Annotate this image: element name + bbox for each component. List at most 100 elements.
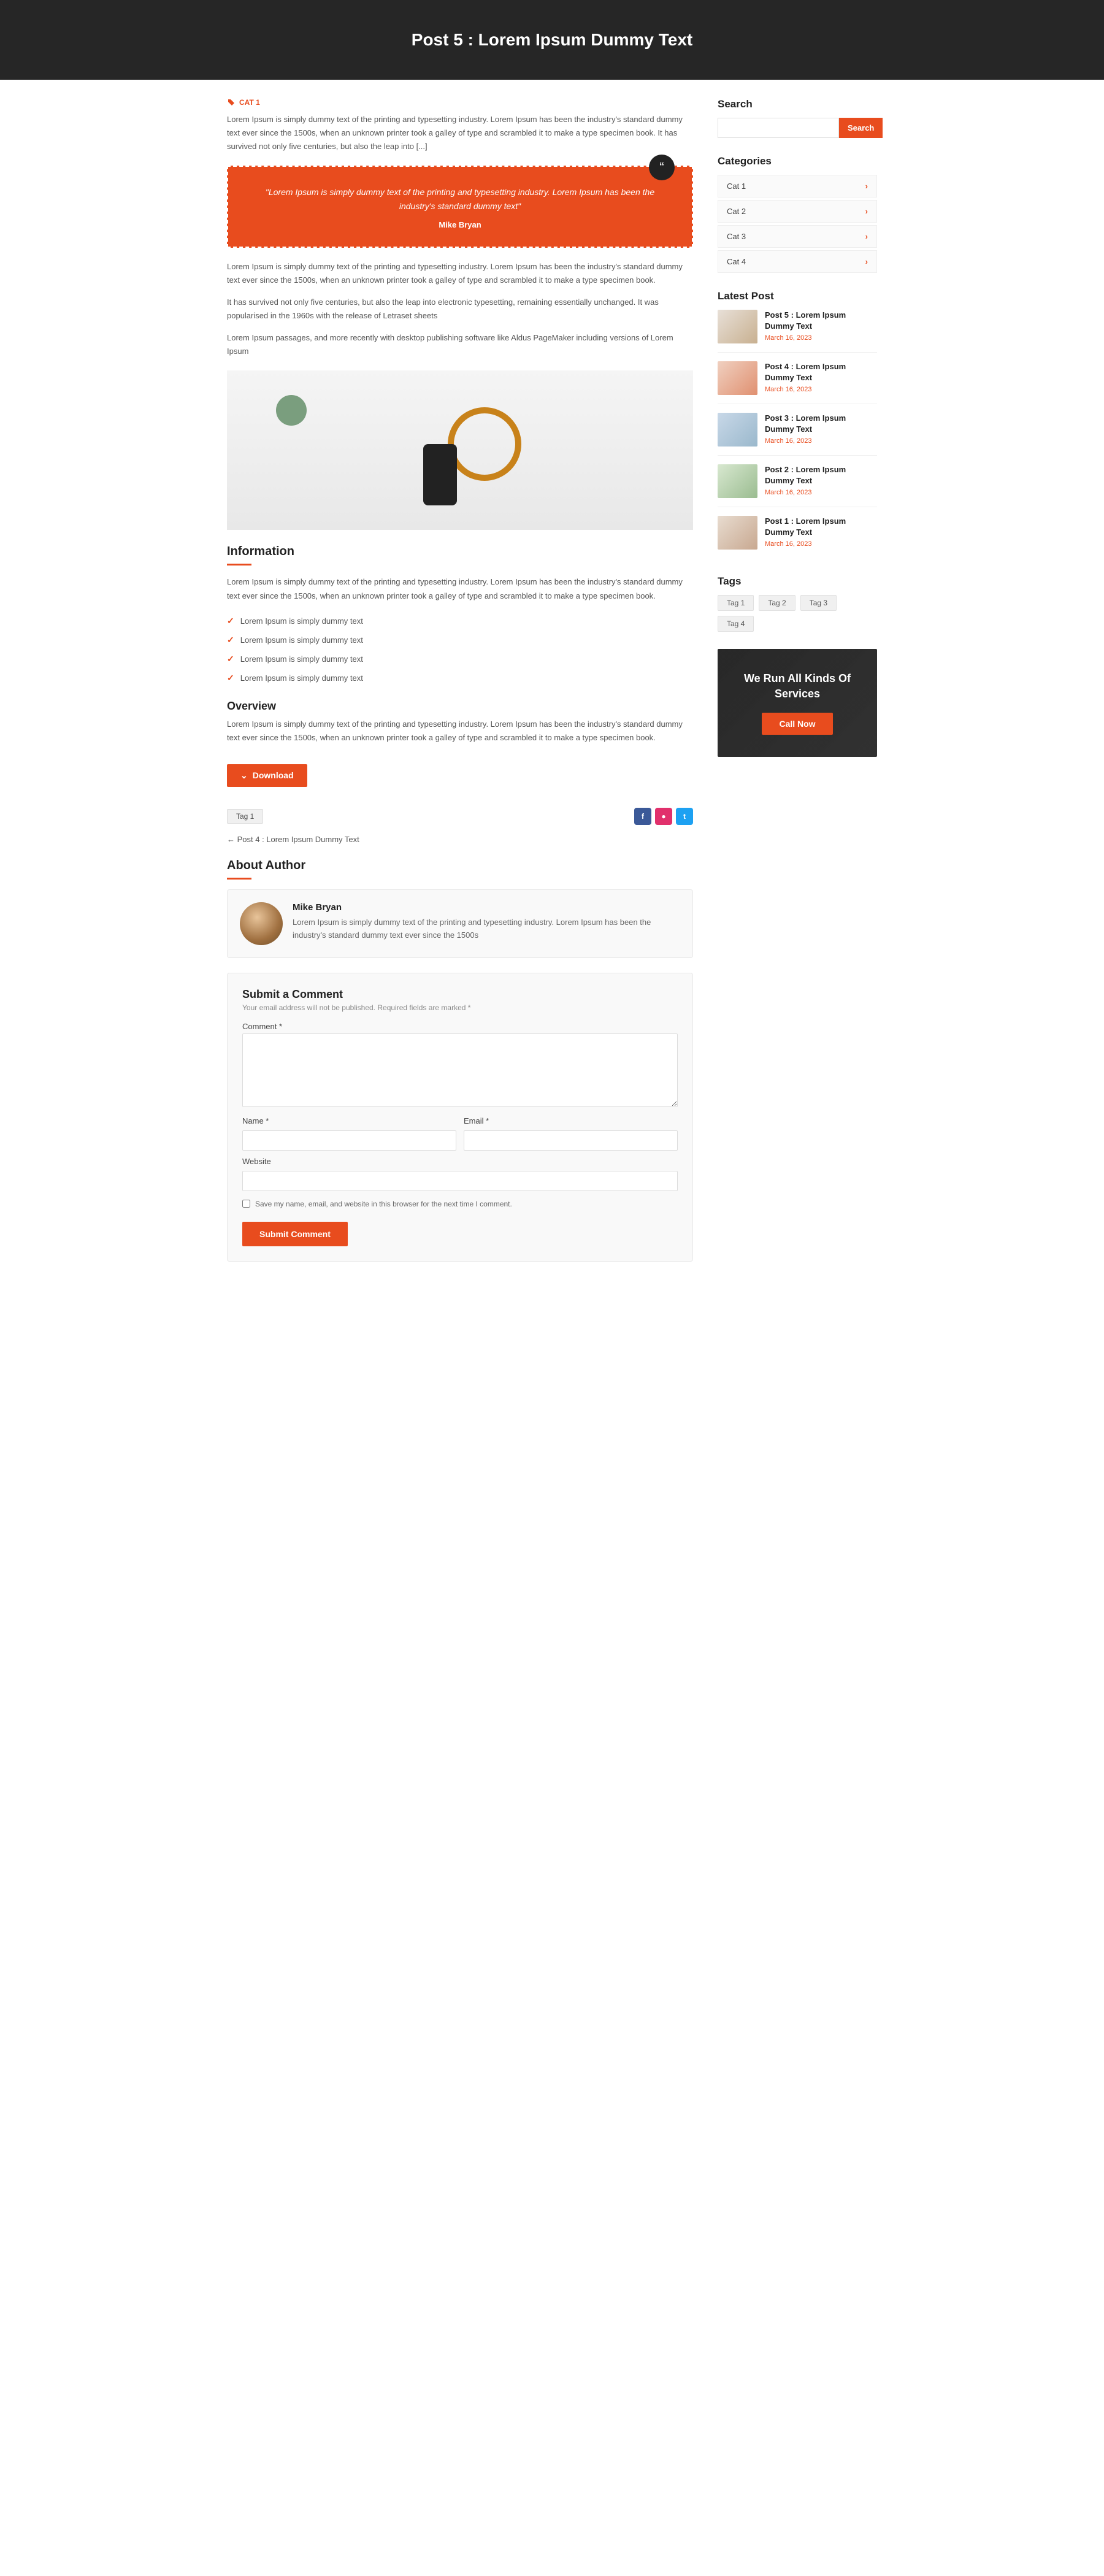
submit-comment-button[interactable]: Submit Comment (242, 1222, 348, 1246)
cat3-arrow: › (865, 232, 868, 241)
search-section: Search Search (718, 98, 877, 138)
author-name: Mike Bryan (293, 902, 680, 913)
overview-body: Lorem Ipsum is simply dummy text of the … (227, 718, 693, 745)
check-icon-4: ✓ (227, 673, 234, 683)
tag-pill-4[interactable]: Tag 4 (718, 616, 754, 632)
twitter-icon[interactable]: t (676, 808, 693, 825)
quote-icon: “ (649, 155, 675, 180)
author-underline (227, 878, 251, 880)
category-item[interactable]: Cat 1› (718, 175, 877, 197)
phone-decoration (423, 444, 457, 505)
save-checkbox-label: Save my name, email, and website in this… (255, 1200, 512, 1208)
tag-pill-2[interactable]: Tag 2 (759, 595, 795, 611)
name-label: Name * (242, 1116, 456, 1125)
checklist-item: ✓Lorem Ipsum is simply dummy text (227, 650, 693, 669)
quote-text: "Lorem Ipsum is simply dummy text of the… (247, 185, 673, 213)
author-avatar (240, 902, 283, 945)
categories-heading: Categories (718, 155, 877, 167)
latest-post-title-4[interactable]: Post 2 : Lorem Ipsum Dummy Text (765, 464, 877, 486)
about-author-heading: About Author (227, 859, 693, 873)
cta-card: We Run All Kinds Of Services Call Now (718, 649, 877, 757)
name-group: Name * (242, 1116, 456, 1151)
latest-post-date-5: March 16, 2023 (765, 540, 877, 548)
tag-pill-3[interactable]: Tag 3 (800, 595, 837, 611)
hero-section: Post 5 : Lorem Ipsum Dummy Text (0, 0, 1104, 80)
facebook-icon[interactable]: f (634, 808, 651, 825)
article-body-2: It has survived not only five centuries,… (227, 296, 693, 323)
latest-post-title-3[interactable]: Post 3 : Lorem Ipsum Dummy Text (765, 413, 877, 435)
blockquote-section: “ "Lorem Ipsum is simply dummy text of t… (227, 166, 693, 248)
email-label: Email * (464, 1116, 678, 1125)
category-item[interactable]: Cat 2› (718, 200, 877, 223)
comment-textarea[interactable] (242, 1033, 678, 1107)
website-input[interactable] (242, 1171, 678, 1191)
categories-section: Categories Cat 1› Cat 2› Cat 3› Cat 4› (718, 155, 877, 273)
article-tag[interactable]: Tag 1 (227, 809, 263, 824)
article-image (227, 370, 693, 530)
latest-post-item: Post 4 : Lorem Ipsum Dummy Text March 16… (718, 361, 877, 404)
check-icon-2: ✓ (227, 635, 234, 645)
information-body: Lorem Ipsum is simply dummy text of the … (227, 575, 693, 602)
cat4-arrow: › (865, 257, 868, 266)
tag-pills-row: Tag 1 Tag 2 Tag 3 Tag 4 (718, 595, 877, 632)
latest-post-date-2: March 16, 2023 (765, 386, 877, 393)
search-heading: Search (718, 98, 877, 110)
latest-post-thumb-5 (718, 516, 757, 550)
tags-heading: Tags (718, 575, 877, 588)
latest-post-date-3: March 16, 2023 (765, 437, 877, 445)
article-body-1: Lorem Ipsum is simply dummy text of the … (227, 260, 693, 287)
instagram-icon[interactable]: ● (655, 808, 672, 825)
search-row: Search (718, 118, 877, 138)
latest-post-item: Post 1 : Lorem Ipsum Dummy Text March 16… (718, 516, 877, 558)
latest-posts-section: Latest Post Post 5 : Lorem Ipsum Dummy T… (718, 290, 877, 558)
category-item[interactable]: Cat 4› (718, 250, 877, 273)
email-input[interactable] (464, 1130, 678, 1151)
comment-form: Submit a Comment Your email address will… (227, 973, 693, 1262)
latest-post-date-1: March 16, 2023 (765, 334, 877, 342)
latest-post-thumb-4 (718, 464, 757, 498)
website-label: Website (242, 1157, 678, 1166)
latest-post-date-4: March 16, 2023 (765, 489, 877, 496)
prev-post-anchor[interactable]: ← Post 4 : Lorem Ipsum Dummy Text (227, 835, 359, 844)
headphones-decoration (448, 407, 521, 481)
article-image-placeholder (227, 370, 693, 530)
cat2-arrow: › (865, 207, 868, 216)
email-group: Email * (464, 1116, 678, 1151)
tags-social-row: Tag 1 f ● t (227, 808, 693, 825)
latest-post-thumb-2 (718, 361, 757, 395)
latest-post-thumb-1 (718, 310, 757, 343)
overview-heading: Overview (227, 700, 693, 713)
website-group: Website (242, 1157, 678, 1191)
author-card: Mike Bryan Lorem Ipsum is simply dummy t… (227, 889, 693, 958)
latest-post-title-2[interactable]: Post 4 : Lorem Ipsum Dummy Text (765, 361, 877, 383)
page-container: CAT 1 Lorem Ipsum is simply dummy text o… (215, 80, 889, 1280)
checklist-item: ✓Lorem Ipsum is simply dummy text (227, 669, 693, 688)
latest-post-title-5[interactable]: Post 1 : Lorem Ipsum Dummy Text (765, 516, 877, 538)
name-email-row: Name * Email * (242, 1116, 678, 1151)
download-icon: ⌄ (240, 770, 248, 781)
main-column: CAT 1 Lorem Ipsum is simply dummy text o… (227, 98, 693, 1262)
checklist: ✓Lorem Ipsum is simply dummy text ✓Lorem… (227, 611, 693, 688)
blockquote-box: "Lorem Ipsum is simply dummy text of the… (227, 166, 693, 248)
search-button[interactable]: Search (839, 118, 883, 138)
save-checkbox[interactable] (242, 1200, 250, 1208)
sidebar: Search Search Categories Cat 1› Cat 2› C… (718, 98, 877, 1262)
social-icons-group: f ● t (634, 808, 693, 825)
information-heading: Information (227, 545, 693, 559)
search-input[interactable] (718, 118, 839, 138)
cat1-arrow: › (865, 182, 868, 191)
author-info: Mike Bryan Lorem Ipsum is simply dummy t… (293, 902, 680, 942)
download-button[interactable]: ⌄ Download (227, 764, 307, 787)
cta-call-now-button[interactable]: Call Now (762, 713, 832, 735)
latest-post-item: Post 5 : Lorem Ipsum Dummy Text March 16… (718, 310, 877, 353)
tag-pill-1[interactable]: Tag 1 (718, 595, 754, 611)
article-body-3: Lorem Ipsum passages, and more recently … (227, 331, 693, 358)
tags-section: Tags Tag 1 Tag 2 Tag 3 Tag 4 (718, 575, 877, 632)
latest-post-item: Post 3 : Lorem Ipsum Dummy Text March 16… (718, 413, 877, 456)
avatar-image (240, 902, 283, 945)
check-icon-1: ✓ (227, 616, 234, 626)
latest-post-title-1[interactable]: Post 5 : Lorem Ipsum Dummy Text (765, 310, 877, 332)
category-item[interactable]: Cat 3› (718, 225, 877, 248)
download-label: Download (253, 770, 294, 780)
name-input[interactable] (242, 1130, 456, 1151)
